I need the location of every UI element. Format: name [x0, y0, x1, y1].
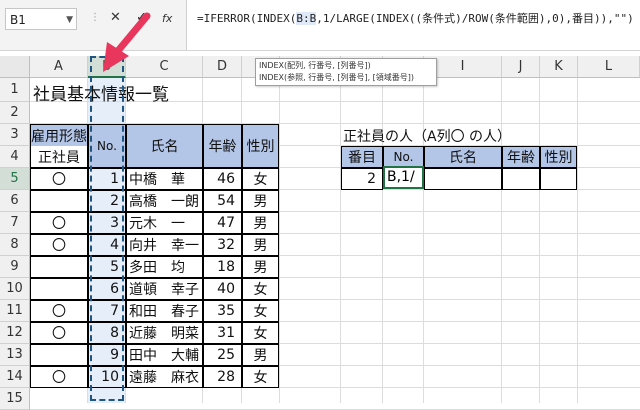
employee-name-cell[interactable]: 遠藤 麻衣 [126, 366, 203, 388]
employee-name-cell[interactable]: 近藤 明菜 [126, 322, 203, 344]
header-gender: 性別 [242, 124, 279, 168]
employee-age-cell[interactable]: 28 [203, 366, 242, 388]
gridline-col [279, 78, 280, 403]
row-header-3[interactable]: 3 [0, 124, 30, 146]
formula-range-ref: B:B [296, 12, 317, 25]
row-header-12[interactable]: 12 [0, 322, 30, 344]
chevron-down-icon[interactable]: ▼ [66, 9, 73, 31]
employee-gender-cell[interactable]: 女 [242, 300, 279, 322]
employee-mark-cell[interactable] [30, 190, 88, 212]
employee-name-cell[interactable]: 田中 大輔 [126, 344, 203, 366]
employee-mark-cell[interactable]: 〇 [30, 212, 88, 234]
employee-name-cell[interactable]: 高橋 一朗 [126, 190, 203, 212]
name-box-value: B1 [10, 13, 26, 27]
employee-mark-cell[interactable]: 〇 [30, 300, 88, 322]
row-header-10[interactable]: 10 [0, 278, 30, 300]
row-header-14[interactable]: 14 [0, 366, 30, 388]
res-header-order: 番目 [341, 146, 383, 168]
employee-age-cell[interactable]: 40 [203, 278, 242, 300]
row-header-13[interactable]: 13 [0, 344, 30, 366]
employee-gender-cell[interactable]: 男 [242, 212, 279, 234]
employee-mark-cell[interactable] [30, 256, 88, 278]
column-header-j[interactable]: J [502, 56, 540, 78]
employee-age-cell[interactable]: 18 [203, 256, 242, 278]
name-box[interactable]: B1 ▼ [5, 8, 77, 30]
employee-gender-cell[interactable]: 男 [242, 234, 279, 256]
row-header-1[interactable]: 1 [0, 78, 30, 102]
employee-gender-cell[interactable]: 女 [242, 278, 279, 300]
employee-age-cell[interactable]: 46 [203, 168, 242, 190]
employee-mark-cell[interactable] [30, 278, 88, 300]
column-header-l[interactable]: L [578, 56, 640, 78]
res-gender-cell[interactable] [540, 168, 577, 190]
row-header-11[interactable]: 11 [0, 300, 30, 322]
res-header-no: No. [383, 146, 424, 168]
insert-function-icon[interactable]: fx [162, 12, 172, 25]
header-regular: 正社員 [30, 146, 88, 168]
pointer-arrow-icon [103, 12, 151, 72]
select-all-corner[interactable] [0, 56, 30, 78]
employee-gender-cell[interactable]: 女 [242, 168, 279, 190]
employee-age-cell[interactable]: 54 [203, 190, 242, 212]
column-b-marquee [90, 56, 124, 401]
employee-gender-cell[interactable]: 男 [242, 344, 279, 366]
res-order-cell[interactable]: 2 [341, 168, 383, 190]
employee-name-cell[interactable]: 元木 一 [126, 212, 203, 234]
row-header-2[interactable]: 2 [0, 102, 30, 124]
formula-pre: =IFERROR(INDEX( [197, 12, 297, 25]
tooltip-line-1: INDEX(配列, 行番号, [列番号]) [259, 61, 371, 70]
employee-mark-cell[interactable] [30, 344, 88, 366]
employee-gender-cell[interactable]: 男 [242, 190, 279, 212]
employee-mark-cell[interactable]: 〇 [30, 322, 88, 344]
employee-age-cell[interactable]: 31 [203, 322, 242, 344]
res-header-name: 氏名 [424, 146, 502, 168]
employee-mark-cell[interactable]: 〇 [30, 168, 88, 190]
column-header-k[interactable]: K [540, 56, 578, 78]
column-header-d[interactable]: D [203, 56, 242, 78]
column-header-a[interactable]: A [30, 56, 88, 78]
header-age: 年齢 [203, 124, 242, 168]
row-header-6[interactable]: 6 [0, 190, 30, 212]
function-tooltip: INDEX(配列, 行番号, [列番号]) INDEX(参照, 行番号, [列番… [255, 58, 437, 86]
employee-age-cell[interactable]: 25 [203, 344, 242, 366]
employee-name-cell[interactable]: 多田 均 [126, 256, 203, 278]
employee-name-cell[interactable]: 道頓 幸子 [126, 278, 203, 300]
res-header-gender: 性別 [540, 146, 577, 168]
employee-gender-cell[interactable]: 女 [242, 366, 279, 388]
res-header-age: 年齢 [502, 146, 540, 168]
employee-gender-cell[interactable]: 女 [242, 322, 279, 344]
employee-age-cell[interactable]: 35 [203, 300, 242, 322]
employee-mark-cell[interactable]: 〇 [30, 234, 88, 256]
result-title: 正社員の人（A列〇 の人） [343, 129, 512, 145]
row-header-9[interactable]: 9 [0, 256, 30, 278]
employee-mark-cell[interactable]: 〇 [30, 366, 88, 388]
row-header-15[interactable]: 15 [0, 388, 30, 410]
employee-gender-cell[interactable]: 男 [242, 256, 279, 278]
header-name: 氏名 [126, 124, 203, 168]
formula-input[interactable]: =IFERROR(INDEX(B:B,1/LARGE(INDEX((条件式)/R… [186, 0, 640, 50]
tooltip-line-2: INDEX(参照, 行番号, [列番号], [領域番号]) [259, 73, 415, 82]
employee-name-cell[interactable]: 和田 春子 [126, 300, 203, 322]
row-header-5[interactable]: 5 [0, 168, 30, 190]
row-header-7[interactable]: 7 [0, 212, 30, 234]
header-employment: 雇用形態 [30, 124, 88, 146]
res-age-cell[interactable] [502, 168, 540, 190]
employee-name-cell[interactable]: 向井 幸一 [126, 234, 203, 256]
employee-age-cell[interactable]: 47 [203, 212, 242, 234]
employee-age-cell[interactable]: 32 [203, 234, 242, 256]
res-name-cell[interactable] [424, 168, 502, 190]
gridline-col [340, 78, 341, 403]
row-header-8[interactable]: 8 [0, 234, 30, 256]
gridline-col [539, 78, 540, 403]
gridline-col [577, 78, 578, 403]
row-header-4[interactable]: 4 [0, 146, 30, 168]
active-cell-editor[interactable]: B,1/ [383, 166, 424, 189]
formula-post: ,1/LARGE(INDEX((条件式)/ROW(条件範囲),0),番目)),"… [316, 12, 634, 25]
employee-name-cell[interactable]: 中橋 華 [126, 168, 203, 190]
